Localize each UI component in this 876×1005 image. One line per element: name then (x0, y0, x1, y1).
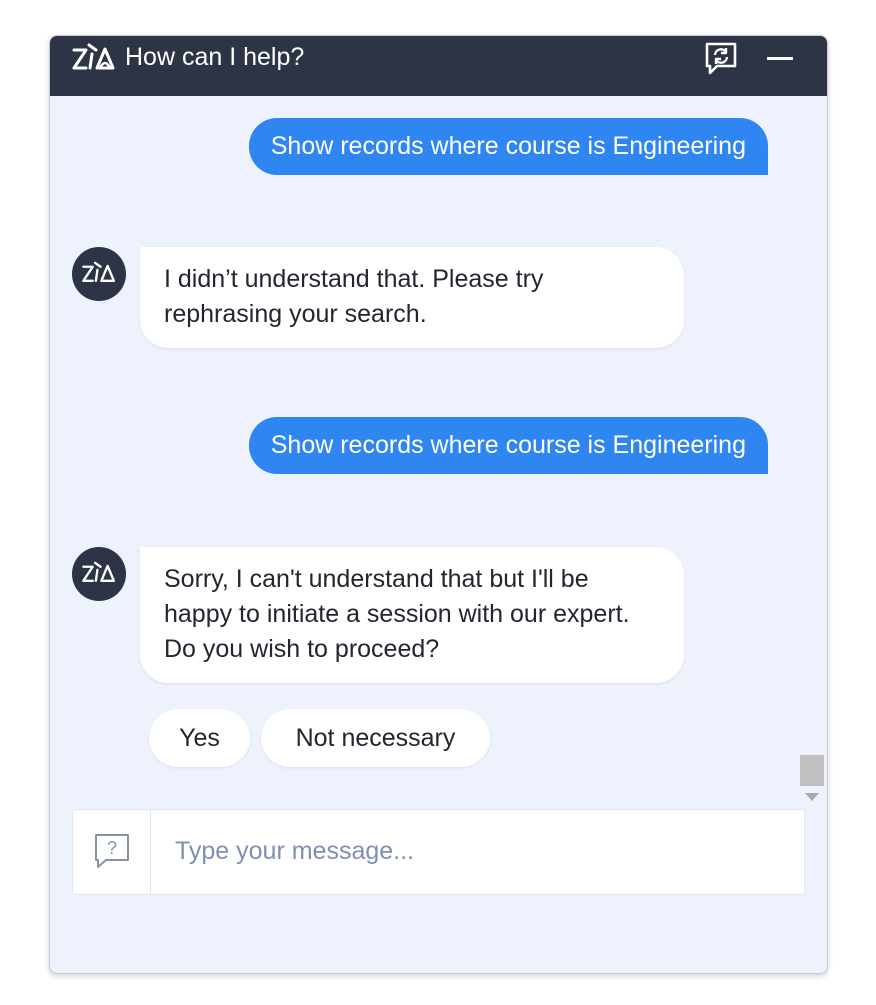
bot-avatar (72, 247, 126, 301)
zia-avatar-icon (82, 261, 116, 282)
message-composer: ? (72, 809, 805, 895)
header-title: How can I help? (125, 43, 305, 71)
quick-reply-not-necessary[interactable]: Not necessary (261, 709, 490, 767)
scroll-down-arrow-icon[interactable] (805, 793, 819, 801)
zia-avatar-icon (82, 561, 116, 582)
zia-logo-icon (72, 43, 115, 70)
user-message: Show records where course is Engineering (248, 118, 768, 175)
minimize-icon[interactable] (765, 40, 795, 76)
help-button[interactable]: ? (73, 810, 151, 894)
svg-text:?: ? (107, 838, 117, 858)
chat-window: How can I help? Show records where cours… (49, 35, 828, 974)
bot-message: Sorry, I can't understand that but I'll … (140, 547, 684, 683)
scrollbar-thumb[interactable] (800, 755, 824, 786)
user-message: Show records where course is Engineering (248, 417, 768, 474)
question-bubble-icon: ? (95, 834, 129, 868)
message-input[interactable] (173, 830, 777, 872)
bot-avatar (72, 547, 126, 601)
scrollbar[interactable] (797, 96, 827, 808)
quick-reply-yes[interactable]: Yes (149, 709, 250, 767)
message-list: Show records where course is Engineering… (50, 96, 797, 808)
chat-header: How can I help? (50, 36, 827, 96)
bot-message: I didn’t understand that. Please try rep… (140, 247, 684, 348)
chat-swap-icon[interactable] (703, 40, 739, 76)
